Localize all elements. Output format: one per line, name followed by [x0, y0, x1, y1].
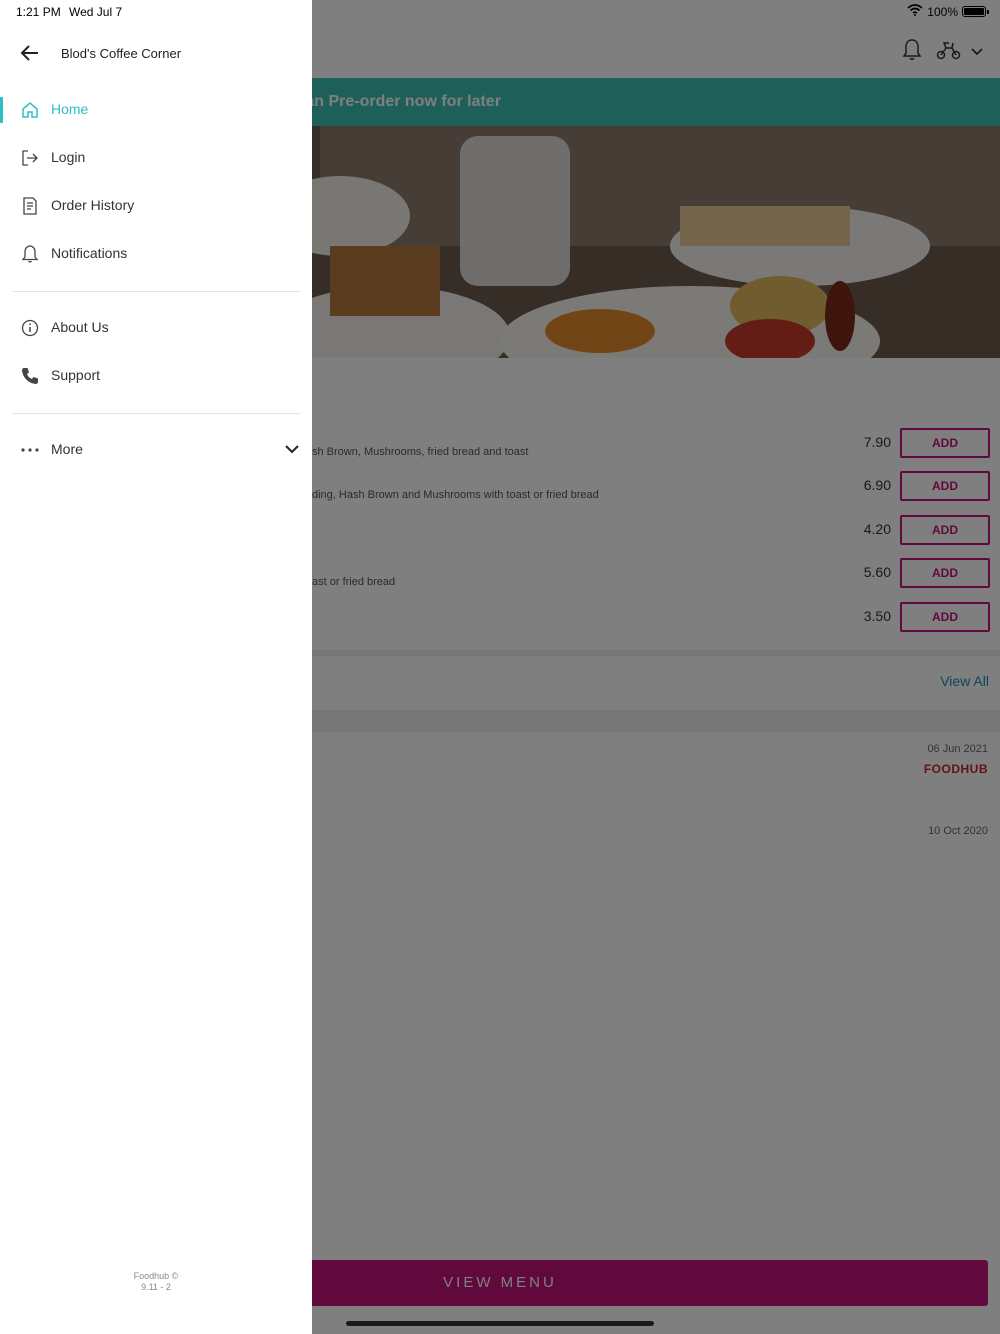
- nav-item-about-us[interactable]: About Us: [0, 306, 312, 350]
- status-time: 1:21 PM: [16, 5, 61, 19]
- navigation-drawer: Blod's Coffee Corner Home Login Order Hi…: [0, 0, 312, 1334]
- home-indicator: [346, 1321, 654, 1326]
- restaurant-name: Blod's Coffee Corner: [61, 46, 182, 61]
- home-icon: [20, 100, 40, 120]
- battery-percent: 100%: [927, 4, 958, 19]
- battery-icon: [962, 6, 989, 17]
- chevron-down-icon[interactable]: [284, 442, 300, 460]
- nav-item-more[interactable]: More: [0, 428, 312, 472]
- nav-item-order-history[interactable]: Order History: [0, 184, 312, 228]
- wifi-icon: [907, 4, 923, 19]
- footer-version: 9.11 - 2: [141, 1282, 171, 1292]
- nav-item-notifications[interactable]: Notifications: [0, 232, 312, 276]
- nav-item-login[interactable]: Login: [0, 136, 312, 180]
- nav-label: About Us: [51, 319, 109, 335]
- active-indicator: [0, 97, 3, 123]
- phone-icon: [20, 366, 40, 386]
- drawer-header: Blod's Coffee Corner: [0, 30, 312, 78]
- login-icon: [20, 148, 40, 168]
- nav-label: Support: [51, 367, 101, 383]
- drawer-divider: [12, 413, 301, 414]
- nav-label: Order History: [51, 197, 135, 213]
- order-history-icon: [20, 196, 40, 216]
- nav-item-home[interactable]: Home: [0, 88, 312, 132]
- status-date: Wed Jul 7: [69, 5, 123, 19]
- footer-brand: Foodhub ©: [133, 1271, 179, 1281]
- nav-item-support[interactable]: Support: [0, 354, 312, 398]
- bell-icon: [20, 244, 40, 264]
- info-icon: [20, 318, 40, 338]
- nav-label: Login: [51, 149, 86, 165]
- drawer-divider: [12, 291, 301, 292]
- back-arrow-icon[interactable]: [20, 44, 40, 67]
- status-indicators: 100%: [907, 4, 989, 19]
- nav-label: More: [51, 441, 83, 457]
- more-dots-icon: [20, 440, 40, 460]
- nav-label: Home: [51, 101, 89, 117]
- drawer-footer: Foodhub © 9.11 - 2: [0, 1271, 312, 1293]
- nav-label: Notifications: [51, 245, 128, 261]
